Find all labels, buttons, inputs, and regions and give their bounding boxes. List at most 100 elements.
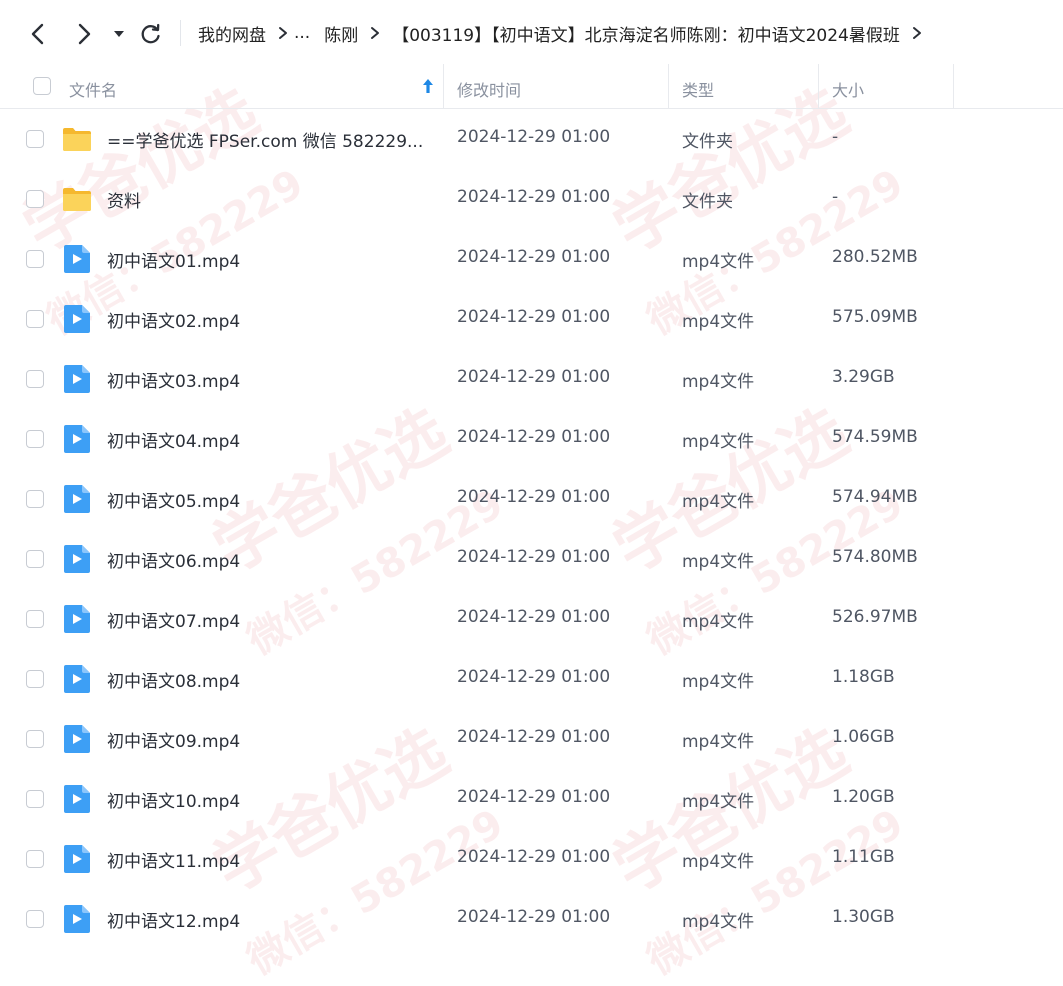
file-row[interactable]: 初中语文06.mp4 2024-12-29 01:00 mp4文件 574.80… (0, 529, 1063, 589)
file-modified-time: 2024-12-29 01:00 (457, 307, 611, 327)
row-checkbox[interactable] (26, 250, 44, 268)
file-row[interactable]: 初中语文11.mp4 2024-12-29 01:00 mp4文件 1.11GB (0, 829, 1063, 889)
breadcrumb-item[interactable]: 【003119】【初中语文】北京海淀名师陈刚：初中语文2024暑假班 (392, 21, 900, 46)
file-type: mp4文件 (682, 792, 755, 812)
file-size: 526.97MB (832, 607, 918, 627)
file-modified-time: 2024-12-29 01:00 (457, 247, 611, 267)
file-row[interactable]: 初中语文01.mp4 2024-12-29 01:00 mp4文件 280.52… (0, 229, 1063, 289)
file-name[interactable]: 初中语文12.mp4 (107, 907, 240, 932)
column-divider[interactable] (443, 64, 444, 108)
file-size: 1.30GB (832, 907, 895, 927)
file-name[interactable]: 初中语文02.mp4 (107, 307, 240, 332)
column-divider[interactable] (818, 64, 819, 108)
video-file-icon (64, 845, 90, 873)
file-modified-time: 2024-12-29 01:00 (457, 847, 611, 867)
video-file-icon (64, 365, 90, 393)
video-file-icon (64, 305, 90, 333)
file-type: mp4文件 (682, 732, 755, 752)
refresh-icon (141, 23, 160, 44)
refresh-button[interactable] (131, 14, 171, 54)
file-row[interactable]: 初中语文07.mp4 2024-12-29 01:00 mp4文件 526.97… (0, 589, 1063, 649)
breadcrumb-item[interactable]: ... (294, 23, 310, 43)
video-file-icon (64, 245, 90, 273)
file-row[interactable]: 初中语文09.mp4 2024-12-29 01:00 mp4文件 1.06GB (0, 709, 1063, 769)
toolbar-divider (180, 20, 181, 46)
row-checkbox[interactable] (26, 670, 44, 688)
file-row[interactable]: 初中语文12.mp4 2024-12-29 01:00 mp4文件 1.30GB (0, 889, 1063, 949)
file-row[interactable]: 初中语文02.mp4 2024-12-29 01:00 mp4文件 575.09… (0, 289, 1063, 349)
row-checkbox[interactable] (26, 610, 44, 628)
file-name[interactable]: 资料 (107, 187, 141, 212)
file-row[interactable]: 资料 2024-12-29 01:00 文件夹 - (0, 169, 1063, 229)
column-header-modified[interactable]: 修改时间 (457, 77, 521, 101)
file-modified-time: 2024-12-29 01:00 (457, 547, 611, 567)
row-checkbox[interactable] (26, 490, 44, 508)
video-file-icon (64, 785, 90, 813)
file-modified-time: 2024-12-29 01:00 (457, 427, 611, 447)
breadcrumb-separator-icon (900, 26, 934, 40)
breadcrumb-separator-icon (358, 26, 392, 40)
file-name[interactable]: 初中语文06.mp4 (107, 547, 240, 572)
row-checkbox[interactable] (26, 550, 44, 568)
file-name[interactable]: 初中语文03.mp4 (107, 367, 240, 392)
row-checkbox[interactable] (26, 730, 44, 748)
file-modified-time: 2024-12-29 01:00 (457, 907, 611, 927)
file-name[interactable]: 初中语文07.mp4 (107, 607, 240, 632)
caret-down-icon (114, 31, 124, 37)
column-header-type[interactable]: 类型 (682, 77, 714, 101)
file-row[interactable]: 初中语文08.mp4 2024-12-29 01:00 mp4文件 1.18GB (0, 649, 1063, 709)
file-size: 574.94MB (832, 487, 918, 507)
forward-button[interactable] (64, 14, 104, 54)
breadcrumb-item[interactable]: 陈刚 (324, 21, 358, 46)
file-modified-time: 2024-12-29 01:00 (457, 667, 611, 687)
file-name[interactable]: 初中语文04.mp4 (107, 427, 240, 452)
column-header-name[interactable]: 文件名 (69, 77, 117, 101)
file-name[interactable]: 初中语文01.mp4 (107, 247, 240, 272)
back-button[interactable] (18, 14, 58, 54)
file-name[interactable]: 初中语文10.mp4 (107, 787, 240, 812)
file-row[interactable]: 初中语文04.mp4 2024-12-29 01:00 mp4文件 574.59… (0, 409, 1063, 469)
file-row[interactable]: 初中语文03.mp4 2024-12-29 01:00 mp4文件 3.29GB (0, 349, 1063, 409)
breadcrumb-item[interactable]: 我的网盘 (198, 21, 266, 46)
breadcrumb: 我的网盘 ... 陈刚 【003119】【初中语文】北京海淀名师陈刚：初中语文2… (198, 20, 934, 46)
video-file-icon (64, 605, 90, 633)
column-header-size[interactable]: 大小 (832, 77, 864, 101)
row-checkbox[interactable] (26, 370, 44, 388)
file-name[interactable]: 初中语文08.mp4 (107, 667, 240, 692)
column-divider[interactable] (953, 64, 954, 108)
file-row[interactable]: ==学爸优选 FPSer.com 微信 582229... 2024-12-29… (0, 109, 1063, 169)
file-name[interactable]: 初中语文09.mp4 (107, 727, 240, 752)
column-divider[interactable] (668, 64, 669, 108)
row-checkbox[interactable] (26, 130, 44, 148)
sort-ascending-icon[interactable] (421, 78, 435, 94)
file-size: 574.80MB (832, 547, 918, 567)
file-list-header (0, 64, 1063, 109)
file-type: mp4文件 (682, 372, 755, 392)
row-checkbox[interactable] (26, 310, 44, 328)
select-all-checkbox[interactable] (33, 77, 51, 95)
folder-icon (63, 188, 91, 211)
file-type: mp4文件 (682, 492, 755, 512)
row-checkbox[interactable] (26, 190, 44, 208)
file-row[interactable]: 初中语文10.mp4 2024-12-29 01:00 mp4文件 1.20GB (0, 769, 1063, 829)
file-size: 280.52MB (832, 247, 918, 267)
row-checkbox[interactable] (26, 850, 44, 868)
file-name[interactable]: 初中语文05.mp4 (107, 487, 240, 512)
file-size: 3.29GB (832, 367, 895, 387)
file-name[interactable]: ==学爸优选 FPSer.com 微信 582229... (107, 127, 423, 152)
row-checkbox[interactable] (26, 910, 44, 928)
file-size: 1.18GB (832, 667, 895, 687)
file-size: 1.20GB (832, 787, 895, 807)
file-modified-time: 2024-12-29 01:00 (457, 367, 611, 387)
row-checkbox[interactable] (26, 430, 44, 448)
file-size: 575.09MB (832, 307, 918, 327)
file-size: 1.11GB (832, 847, 895, 867)
chevron-left-icon (31, 23, 44, 45)
history-dropdown-button[interactable] (104, 14, 134, 54)
row-checkbox[interactable] (26, 790, 44, 808)
file-size: 574.59MB (832, 427, 918, 447)
file-row[interactable]: 初中语文05.mp4 2024-12-29 01:00 mp4文件 574.94… (0, 469, 1063, 529)
file-name[interactable]: 初中语文11.mp4 (107, 847, 240, 872)
file-type: mp4文件 (682, 672, 755, 692)
file-size: 1.06GB (832, 727, 895, 747)
